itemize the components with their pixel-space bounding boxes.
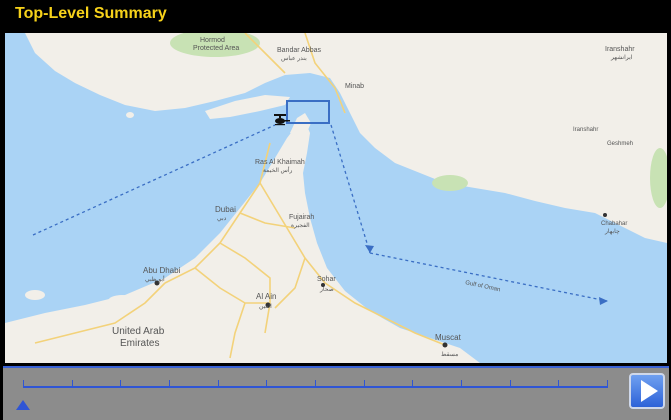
timeline-tick: [169, 380, 170, 388]
island-3: [25, 290, 45, 300]
label-hormod: Hormod: [200, 37, 225, 44]
play-icon: [641, 380, 658, 402]
label-fujairah: Fujairah: [289, 214, 314, 221]
timeline-tick: [266, 380, 268, 388]
label-dubai-ar: دبي: [217, 216, 227, 222]
map-canvas: Hormod Protected Area Bandar Abbas بندر …: [5, 33, 667, 363]
label-bandar-abbas-ar: بندر عباس: [281, 55, 307, 62]
city-dot-chabahar: [603, 213, 607, 217]
label-iranshahr-ar: ایرانشهر: [610, 54, 633, 61]
label-minab: Minab: [345, 83, 364, 90]
label-sohar: Sohar: [317, 276, 336, 283]
timeline-bar[interactable]: [3, 366, 669, 420]
timeline-tick: [23, 380, 24, 388]
label-uae-line2: Emirates: [120, 338, 159, 349]
timeline-tick: [412, 380, 414, 388]
label-muscat-ar: مسقط: [441, 351, 458, 358]
title-bar: Top-Level Summary: [0, 0, 671, 30]
label-chabahar: Chabahar: [601, 221, 627, 227]
label-iranshahr: Iranshahr: [605, 46, 635, 53]
timeline-tick: [509, 380, 511, 388]
label-ras-al-khaimah: Ras Al Khaimah: [255, 159, 305, 166]
label-sohar-ar: صحار: [319, 286, 334, 293]
label-iranshahr-2: Iranshahr: [573, 127, 598, 133]
play-button[interactable]: [629, 373, 665, 409]
map-view[interactable]: Hormod Protected Area Bandar Abbas بندر …: [5, 33, 667, 363]
park-east: [432, 175, 468, 191]
land-iran: [25, 33, 667, 243]
timeline-tick: [71, 380, 73, 388]
label-uae-line1: United Arab: [112, 326, 165, 337]
label-bandar-abbas: Bandar Abbas: [277, 47, 321, 54]
city-dot-muscat: [442, 342, 448, 348]
label-protected-area: Protected Area: [193, 45, 239, 52]
timeline-tick: [120, 380, 122, 388]
label-al-ain: Al Ain: [256, 292, 276, 301]
label-fujairah-ar: الفجيرة: [291, 222, 310, 229]
route-arrow-2: [599, 297, 608, 305]
label-geshmeh: Geshmeh: [607, 141, 633, 147]
label-gulf-of-oman: Gulf of Oman: [465, 280, 501, 293]
playhead-marker-icon[interactable]: [16, 400, 30, 410]
timeline-tick: [461, 380, 462, 388]
label-abu-dhabi-ar: أبو ظبي: [145, 274, 165, 283]
timeline-tick: [315, 380, 316, 388]
island-4: [126, 112, 134, 118]
timeline-tick: [607, 380, 608, 388]
label-abu-dhabi: Abu Dhabi: [143, 266, 181, 275]
route-arrow-1: [365, 245, 374, 253]
label-dubai: Dubai: [215, 205, 236, 214]
label-muscat: Muscat: [435, 333, 462, 342]
timeline-tick: [363, 380, 365, 388]
island-1: [108, 295, 136, 307]
timeline-tick: [558, 380, 560, 388]
timeline-tick: [217, 380, 219, 388]
page-title: Top-Level Summary: [15, 5, 167, 22]
label-al-ain-ar: العين: [259, 303, 272, 310]
app-frame: Top-Level Summary Hormod Protected Area …: [0, 0, 671, 420]
label-chabahar-ar: چابهار: [604, 228, 620, 235]
